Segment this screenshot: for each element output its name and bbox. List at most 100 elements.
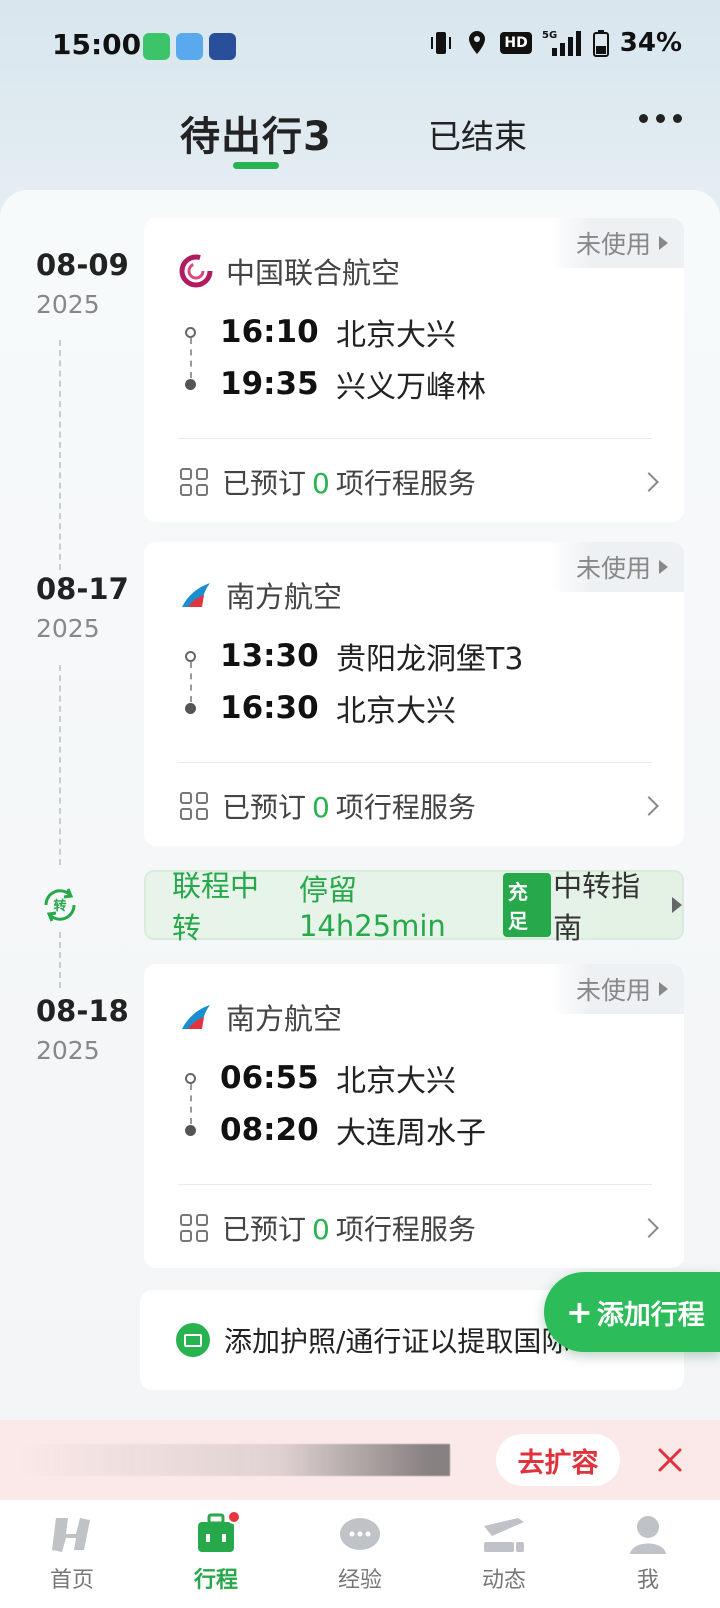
timeline-line bbox=[59, 932, 61, 988]
chevron-right-icon bbox=[639, 796, 659, 816]
china-southern-logo-icon bbox=[182, 1005, 210, 1029]
grid-icon bbox=[180, 1214, 208, 1242]
weather-app-icon bbox=[176, 33, 203, 60]
status-label: 未使用 bbox=[575, 976, 651, 1005]
transfer-bar[interactable]: 联程中转 停留14h25min 充足 中转指南 bbox=[144, 869, 684, 945]
tab-upcoming[interactable]: 待出行3 bbox=[180, 104, 332, 162]
flight-segment: 13:30 贵阳龙洞堡T3 16:30 北京大兴 bbox=[178, 630, 523, 734]
nav-experience[interactable]: 经验 bbox=[288, 1500, 432, 1608]
bottom-nav: 首页 行程 经验 动态 我 bbox=[0, 1500, 720, 1608]
notification-dot bbox=[227, 1510, 241, 1524]
segment-dash-line bbox=[190, 662, 192, 702]
home-icon bbox=[52, 1518, 90, 1552]
departure-airport: 北京大兴 bbox=[336, 318, 456, 353]
nav-home[interactable]: 首页 bbox=[0, 1500, 144, 1608]
sufficient-badge: 充足 bbox=[502, 873, 552, 937]
promo-banner[interactable]: 去扩容 bbox=[0, 1420, 720, 1500]
departure-time: 13:30 bbox=[220, 638, 319, 674]
nav-trip[interactable]: 行程 bbox=[144, 1500, 288, 1608]
arrow-right-icon bbox=[659, 560, 668, 574]
add-trip-label: 添加行程 bbox=[596, 1299, 705, 1331]
departure-time: 06:55 bbox=[220, 1060, 319, 1096]
trip-service-row[interactable]: 已预订 0 项行程服务 bbox=[180, 786, 659, 826]
expand-button[interactable]: 去扩容 bbox=[496, 1434, 620, 1486]
trip-header: 待出行3 已结束 bbox=[0, 92, 720, 187]
arrow-right-icon bbox=[672, 897, 683, 913]
status-icons: HD 5G 34% bbox=[428, 28, 682, 58]
close-icon[interactable] bbox=[652, 1442, 688, 1478]
more-icon[interactable] bbox=[639, 114, 682, 123]
flight-segment: 06:55 北京大兴 08:20 大连周水子 bbox=[178, 1052, 486, 1156]
arrow-right-icon bbox=[659, 236, 668, 250]
status-time: 15:00 bbox=[52, 28, 142, 61]
nav-label: 经验 bbox=[337, 1568, 382, 1593]
add-trip-button[interactable]: + 添加行程 bbox=[544, 1272, 720, 1352]
departure-dot bbox=[185, 326, 196, 338]
status-tag[interactable]: 未使用 bbox=[549, 542, 684, 592]
flight-card[interactable]: 未使用 南方航空 13:30 贵阳龙洞堡T3 16:30 北京大兴 已预订 0 … bbox=[144, 542, 684, 846]
airline-name: 中国联合航空 bbox=[226, 256, 401, 290]
news-app-icon bbox=[209, 33, 236, 60]
airline-row: 中国联合航空 bbox=[178, 250, 400, 292]
status-label: 未使用 bbox=[575, 554, 651, 583]
departure-airport: 贵阳龙洞堡T3 bbox=[336, 642, 524, 677]
nav-flight-status[interactable]: 动态 bbox=[432, 1500, 576, 1608]
message-app-icon bbox=[143, 33, 170, 60]
segment-dash-line bbox=[190, 338, 192, 378]
vibrate-icon bbox=[428, 28, 454, 58]
departure-airport: 北京大兴 bbox=[336, 1064, 456, 1099]
status-tag[interactable]: 未使用 bbox=[549, 964, 684, 1014]
chevron-right-icon bbox=[639, 472, 659, 492]
departure-dot bbox=[185, 1072, 196, 1084]
service-text: 已预订 0 项行程服务 bbox=[222, 791, 476, 824]
card-divider bbox=[178, 762, 652, 763]
location-icon bbox=[464, 28, 490, 58]
trip-date: 08-18 2025 bbox=[36, 994, 129, 1065]
airline-row: 南方航空 bbox=[178, 574, 342, 616]
flight-card[interactable]: 未使用 南方航空 06:55 北京大兴 08:20 大连周水子 已预订 0 项行… bbox=[144, 964, 684, 1268]
grid-icon bbox=[180, 792, 208, 820]
china-southern-logo-icon bbox=[182, 583, 210, 607]
notification-icons bbox=[143, 33, 236, 60]
arrival-airport: 北京大兴 bbox=[336, 694, 456, 729]
arrow-right-icon bbox=[659, 982, 668, 996]
signal-icon: 5G bbox=[542, 28, 582, 58]
arrival-time: 16:30 bbox=[220, 690, 319, 726]
service-text: 已预订 0 项行程服务 bbox=[222, 1213, 476, 1246]
airline-name: 南方航空 bbox=[226, 1002, 343, 1036]
battery-percent: 34% bbox=[619, 28, 682, 58]
trip-date: 08-09 2025 bbox=[36, 248, 129, 319]
grid-icon bbox=[180, 468, 208, 496]
status-tag[interactable]: 未使用 bbox=[549, 218, 684, 268]
tab-underline bbox=[233, 162, 279, 169]
date-month-day: 08-18 bbox=[36, 994, 129, 1028]
nav-profile[interactable]: 我 bbox=[576, 1500, 720, 1608]
transfer-icon: 转 bbox=[44, 888, 76, 922]
departure-dot bbox=[185, 650, 196, 662]
nav-label: 动态 bbox=[481, 1568, 526, 1593]
transfer-stay: 停留14h25min bbox=[298, 873, 446, 943]
arrival-dot bbox=[185, 1124, 196, 1136]
arrival-airport: 大连周水子 bbox=[336, 1116, 486, 1151]
card-divider bbox=[178, 438, 652, 439]
airline-row: 南方航空 bbox=[178, 996, 342, 1038]
svg-text:转: 转 bbox=[53, 898, 66, 914]
card-divider bbox=[178, 1184, 652, 1185]
date-month-day: 08-09 bbox=[36, 248, 129, 282]
id-card-icon bbox=[176, 1323, 210, 1357]
add-passport-text: 添加护照/通行证以提取国际 bbox=[224, 1325, 570, 1358]
status-bar: 15:00 HD 5G 34% bbox=[0, 0, 720, 92]
promo-text-obscured bbox=[20, 1444, 450, 1476]
flight-card[interactable]: 未使用 中国联合航空 16:10 北京大兴 19:35 兴义万峰林 已预订 0 … bbox=[144, 218, 684, 522]
transfer-label: 联程中转 bbox=[172, 869, 260, 945]
arrival-dot bbox=[185, 702, 196, 714]
tab-finished[interactable]: 已结束 bbox=[428, 110, 527, 158]
flight-status-icon bbox=[484, 1518, 524, 1552]
transfer-guide-link[interactable]: 中转指南 bbox=[553, 863, 664, 947]
date-year: 2025 bbox=[36, 614, 100, 643]
trip-service-row[interactable]: 已预订 0 项行程服务 bbox=[180, 462, 659, 502]
service-text: 已预订 0 项行程服务 bbox=[222, 467, 476, 500]
trip-service-row[interactable]: 已预订 0 项行程服务 bbox=[180, 1208, 659, 1248]
battery-icon bbox=[592, 28, 610, 58]
china-united-airlines-logo-icon bbox=[179, 254, 213, 288]
